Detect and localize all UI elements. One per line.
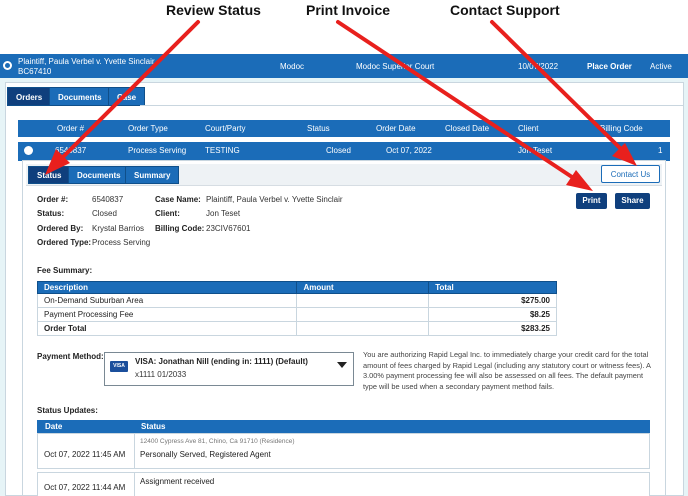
fee-total: $275.00	[428, 293, 557, 308]
col-order-date: Order Date	[376, 124, 416, 133]
fee-total: $283.25	[428, 321, 557, 336]
col-client: Client	[518, 124, 539, 133]
case-number: BC67410	[18, 67, 52, 76]
order-num-label: Order #:	[37, 195, 69, 204]
fee-row: Payment Processing Fee $8.25	[36, 307, 557, 322]
payment-method-select[interactable]: VISA VISA: Jonathan Nill (ending in: 111…	[104, 352, 354, 386]
case-status: Active	[650, 62, 672, 71]
case-date: 10/07/2022	[518, 62, 559, 71]
cell-order-num: 6540837	[55, 146, 87, 155]
col-closed-date: Closed Date	[445, 124, 490, 133]
col-status: Status	[307, 124, 330, 133]
ordered-type-label: Ordered Type:	[37, 238, 92, 247]
fee-col-description: Description	[36, 281, 298, 294]
fee-amount	[296, 307, 430, 322]
print-button[interactable]: Print	[576, 193, 607, 209]
case-court: Modoc Superior Court	[356, 62, 435, 71]
collapse-icon[interactable]	[24, 146, 33, 155]
update-address: 12400 Cypress Ave 81, Chino, Ca 91710 (R…	[140, 438, 295, 445]
fee-description: Order Total	[36, 321, 298, 336]
annotation-review-status: Review Status	[166, 2, 261, 18]
fee-summary-title: Fee Summary:	[37, 266, 93, 275]
chevron-down-icon	[337, 362, 347, 368]
billing-code-label: Billing Code:	[155, 224, 205, 233]
expand-icon-dot	[5, 63, 10, 68]
place-order-link[interactable]: Place Order	[587, 62, 632, 71]
share-button[interactable]: Share	[615, 193, 650, 209]
status-updates-header: Date Status	[37, 420, 650, 433]
fee-col-amount: Amount	[296, 281, 430, 294]
payment-method-label: Payment Method:	[37, 352, 104, 361]
fee-row: On-Demand Suburban Area $275.00	[36, 293, 557, 308]
case-name-label: Case Name:	[155, 195, 201, 204]
cell-court-party: TESTING	[205, 146, 240, 155]
fee-col-total: Total	[428, 281, 557, 294]
fee-amount	[296, 321, 430, 336]
tab-orders[interactable]: Orders	[7, 87, 52, 106]
cell-client: Jon Teset	[518, 146, 553, 155]
status-update-row: Oct 07, 2022 11:44 AM Assignment receive…	[37, 472, 650, 496]
fee-summary-table: Description Amount Total On-Demand Subur…	[36, 281, 557, 336]
payment-card-line1: VISA: Jonathan Nill (ending in: 1111) (D…	[135, 357, 308, 366]
order-num-value: 6540837	[92, 195, 124, 204]
annotation-print-invoice: Print Invoice	[306, 2, 391, 18]
subtab-status[interactable]: Status	[28, 166, 71, 184]
tab-documents[interactable]: Documents	[49, 87, 111, 106]
visa-card-icon: VISA	[110, 361, 128, 372]
col-billing-code: Billing Code	[600, 124, 643, 133]
column-divider	[134, 473, 135, 496]
contact-us-button[interactable]: Contact Us	[601, 165, 660, 183]
annotation-contact-support: Contact Support	[450, 2, 560, 18]
tab-case[interactable]: Case	[108, 87, 146, 106]
col-order-num: Order #	[57, 124, 85, 133]
payment-authorization-note: You are authorizing Rapid Legal Inc. to …	[363, 350, 651, 391]
status-value: Closed	[92, 209, 117, 218]
status-label: Status:	[37, 209, 65, 218]
cell-status: Closed	[326, 146, 351, 155]
payment-card-line2: x1111 01/2033	[135, 370, 187, 379]
cell-order-date: Oct 07, 2022	[386, 146, 432, 155]
updates-col-status: Status	[141, 422, 166, 431]
updates-col-date: Date	[45, 422, 63, 431]
case-header-bar: Plaintiff, Paula Verbel v. Yvette Sincla…	[0, 54, 688, 78]
tabs-divider	[140, 105, 684, 106]
fee-amount	[296, 293, 430, 308]
subtab-documents[interactable]: Documents	[68, 166, 130, 184]
status-update-row: Oct 07, 2022 11:45 AM 12400 Cypress Ave …	[37, 433, 650, 469]
ordered-by-value: Krystal Barrios	[92, 224, 145, 233]
col-court-party: Court/Party	[205, 124, 246, 133]
fee-row-order-total: Order Total $283.25	[36, 321, 557, 336]
case-county: Modoc	[280, 62, 305, 71]
fee-description: Payment Processing Fee	[36, 307, 298, 322]
orders-table-header: Order # Order Type Court/Party Status Or…	[18, 120, 670, 137]
update-status: Personally Served, Registered Agent	[140, 450, 271, 459]
cell-order-type: Process Serving	[128, 146, 187, 155]
orders-table-row[interactable]: 6540837 Process Serving TESTING Closed O…	[18, 142, 670, 161]
ordered-by-label: Ordered By:	[37, 224, 84, 233]
client-label: Client:	[155, 209, 180, 218]
case-name-value: Plaintiff, Paula Verbel v. Yvette Sincla…	[206, 195, 343, 204]
billing-code-value: 23CIV67601	[206, 224, 251, 233]
cell-billing-code: 1	[658, 146, 663, 155]
ordered-type-value: Process Serving	[92, 238, 151, 247]
update-date: Oct 07, 2022 11:44 AM	[44, 483, 126, 492]
column-divider	[134, 434, 135, 468]
subtab-summary[interactable]: Summary	[125, 166, 180, 184]
client-value: Jon Teset	[206, 209, 241, 218]
case-title: Plaintiff, Paula Verbel v. Yvette Sincla…	[18, 57, 155, 66]
status-updates-title: Status Updates:	[37, 406, 98, 415]
update-status: Assignment received	[140, 477, 215, 486]
fee-description: On-Demand Suburban Area	[36, 293, 298, 308]
update-date: Oct 07, 2022 11:45 AM	[44, 450, 126, 459]
fee-total: $8.25	[428, 307, 557, 322]
col-order-type: Order Type	[128, 124, 168, 133]
